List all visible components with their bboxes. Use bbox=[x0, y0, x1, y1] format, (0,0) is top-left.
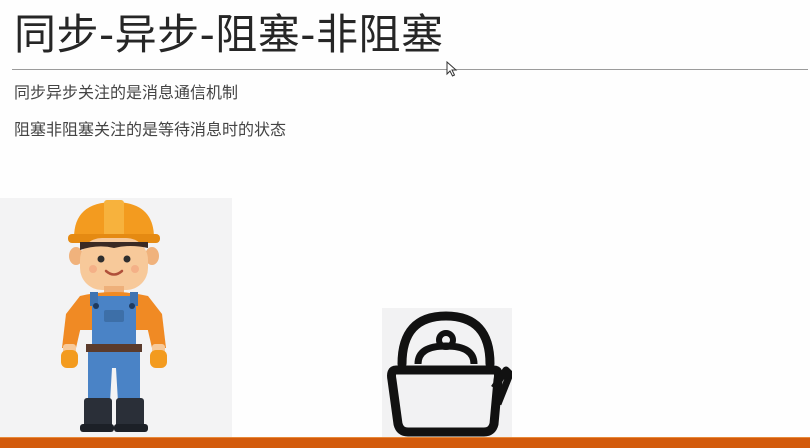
kettle-icon bbox=[387, 311, 514, 437]
slide-title: 同步-异步-阻塞-非阻塞 bbox=[14, 10, 444, 59]
footer-band bbox=[0, 438, 810, 448]
worker-image bbox=[0, 198, 232, 440]
mouse-cursor-icon bbox=[446, 61, 458, 77]
title-divider bbox=[12, 69, 808, 70]
kettle-image bbox=[382, 308, 514, 440]
body-line-blocking: 阻塞非阻塞关注的是等待消息时的状态 bbox=[14, 120, 287, 139]
slide: 同步-异步-阻塞-非阻塞 同步异步关注的是消息通信机制 阻塞非阻塞关注的是等待消… bbox=[0, 0, 810, 448]
body-line-sync-async: 同步异步关注的是消息通信机制 bbox=[14, 83, 239, 102]
construction-worker-icon bbox=[61, 200, 167, 432]
